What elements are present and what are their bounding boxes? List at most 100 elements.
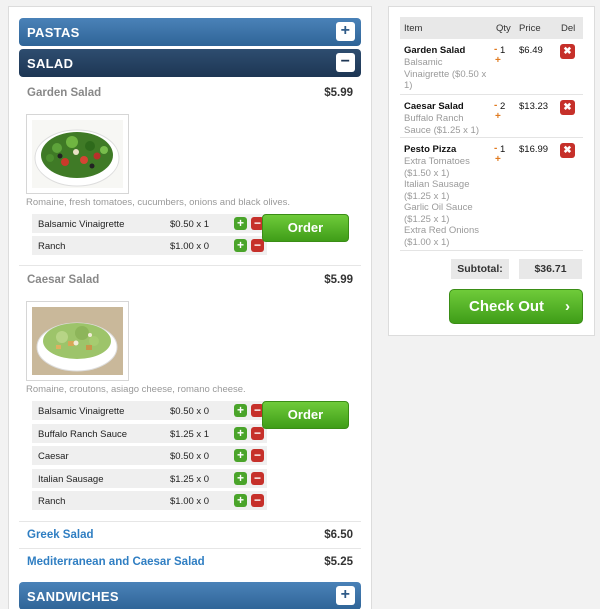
delete-icon[interactable]: ✖ <box>560 143 575 158</box>
qty-increase-button[interactable]: + <box>495 55 501 66</box>
qty-decrease-button[interactable]: - <box>494 44 497 55</box>
chevron-right-icon: › <box>565 298 570 315</box>
option-name: Buffalo Ranch Sauce <box>38 429 128 440</box>
cart-item-detail: ($1.25 x 1) <box>404 213 450 225</box>
subtotal-label: Subtotal: <box>451 259 509 279</box>
cart-header-price: Price <box>519 23 541 34</box>
subtotal-value: $36.71 <box>519 259 582 279</box>
cart-item-name: Pesto Pizza <box>404 144 457 155</box>
option-row: Ranch $1.00 x 0 + − <box>32 236 267 256</box>
option-price: $1.00 x 0 <box>170 496 210 507</box>
expand-icon[interactable]: + <box>336 586 355 605</box>
option-row: Balsamic Vinaigrette $0.50 x 1 + − <box>32 214 267 234</box>
cart-item-detail: 1) <box>404 80 413 91</box>
option-price: $0.50 x 1 <box>170 219 210 230</box>
option-name: Caesar <box>38 451 69 462</box>
menu-item-price: $5.99 <box>324 274 353 286</box>
remove-option-icon[interactable]: − <box>251 239 264 252</box>
order-button[interactable]: Order <box>262 401 349 429</box>
add-option-icon[interactable]: + <box>234 217 247 230</box>
category-sandwiches[interactable]: SANDWICHES + <box>19 582 361 609</box>
menu-item-greek-salad[interactable]: Greek Salad $6.50 <box>19 526 361 546</box>
option-row: Ranch $1.00 x 0 + − <box>32 491 267 511</box>
divider <box>19 548 361 549</box>
cart-item-detail: Extra Tomatoes <box>404 156 470 167</box>
add-option-icon[interactable]: + <box>234 239 247 252</box>
qty-increase-button[interactable]: + <box>495 154 501 165</box>
order-button[interactable]: Order <box>262 214 349 242</box>
add-option-icon[interactable]: + <box>234 472 247 485</box>
add-option-icon[interactable]: + <box>234 449 247 462</box>
menu-item-name[interactable]: Mediterranean and Caesar Salad <box>27 556 205 568</box>
qty-increase-button[interactable]: + <box>495 111 501 122</box>
add-option-icon[interactable]: + <box>234 427 247 440</box>
cart-header-row: Item Qty Price Del <box>400 17 583 39</box>
menu-item-caesar-salad[interactable]: Caesar Salad $5.99 <box>19 271 361 291</box>
cart-item-price: $13.23 <box>519 101 549 112</box>
option-row: Italian Sausage $1.25 x 0 + − <box>32 469 267 489</box>
cart-item-detail: Garlic Oil Sauce <box>404 202 473 213</box>
cart-header-qty: Qty <box>496 23 511 34</box>
option-name: Balsamic Vinaigrette <box>38 406 125 417</box>
cart-item-detail: ($1.25 x 1) <box>404 190 450 202</box>
option-price: $0.50 x 0 <box>170 406 210 417</box>
cart-header-item: Item <box>404 23 423 34</box>
option-price: $1.25 x 1 <box>170 429 210 440</box>
delete-icon[interactable]: ✖ <box>560 44 575 59</box>
menu-item-price: $6.50 <box>324 529 353 541</box>
option-name: Balsamic Vinaigrette <box>38 219 125 230</box>
category-pastas[interactable]: PASTAS + <box>19 18 361 46</box>
menu-item-name[interactable]: Greek Salad <box>27 529 93 541</box>
cart-item-detail: ($1.00 x 1) <box>404 236 450 248</box>
option-name: Ranch <box>38 241 66 252</box>
item-description: Romaine, fresh tomatoes, cucumbers, onio… <box>26 197 291 208</box>
cart-item-detail: Italian Sausage <box>404 179 470 190</box>
category-pastas-label: PASTAS <box>27 25 80 40</box>
add-option-icon[interactable]: + <box>234 404 247 417</box>
salad-bowl-icon <box>32 307 123 375</box>
checkout-label: Check Out <box>469 298 545 315</box>
option-row: Buffalo Ranch Sauce $1.25 x 1 + − <box>32 424 267 444</box>
cart-item-price: $6.49 <box>519 45 543 56</box>
option-price: $0.50 x 0 <box>170 451 210 462</box>
divider <box>19 265 361 266</box>
menu-item-mediterranean-caesar-salad[interactable]: Mediterranean and Caesar Salad $5.25 <box>19 553 361 573</box>
item-description: Romaine, croutons, asiago cheese, romano… <box>26 384 246 395</box>
qty-decrease-button[interactable]: - <box>494 143 497 154</box>
option-price: $1.00 x 0 <box>170 241 210 252</box>
remove-option-icon[interactable]: − <box>251 427 264 440</box>
cart-item-detail: Buffalo Ranch <box>404 113 464 124</box>
remove-option-icon[interactable]: − <box>251 494 264 507</box>
caesar-salad-image <box>26 301 129 381</box>
delete-icon[interactable]: ✖ <box>560 100 575 115</box>
cart-panel: Item Qty Price Del Garden Salad Balsamic… <box>388 6 595 336</box>
cart-item-name: Garden Salad <box>404 45 466 56</box>
checkout-button[interactable]: Check Out › <box>449 289 583 324</box>
divider <box>19 521 361 522</box>
option-row: Balsamic Vinaigrette $0.50 x 0 + − <box>32 401 267 421</box>
cart-row: Garden Salad Balsamic Vinaigrette ($0.50… <box>400 39 583 95</box>
cart-header-del: Del <box>561 23 576 34</box>
add-option-icon[interactable]: + <box>234 494 247 507</box>
option-price: $1.25 x 0 <box>170 474 210 485</box>
category-salad[interactable]: SALAD − <box>19 49 361 77</box>
menu-panel: PASTAS + SALAD − Garden Salad $5.99 Roma… <box>8 6 372 609</box>
salad-bowl-icon <box>32 120 123 188</box>
cart-item-detail: Sauce ($1.25 x 1) <box>404 124 479 136</box>
remove-option-icon[interactable]: − <box>251 449 264 462</box>
menu-item-name[interactable]: Garden Salad <box>27 87 101 99</box>
qty-decrease-button[interactable]: - <box>494 100 497 111</box>
menu-item-garden-salad[interactable]: Garden Salad $5.99 <box>19 84 361 104</box>
option-name: Italian Sausage <box>38 474 104 485</box>
cart-item-detail: Balsamic <box>404 57 443 68</box>
cart-item-detail: ($1.50 x 1) <box>404 167 450 179</box>
menu-item-name[interactable]: Caesar Salad <box>27 274 99 286</box>
remove-option-icon[interactable]: − <box>251 472 264 485</box>
expand-icon[interactable]: + <box>336 22 355 41</box>
cart-item-name: Caesar Salad <box>404 101 464 112</box>
menu-item-price: $5.25 <box>324 556 353 568</box>
cart-item-price: $16.99 <box>519 144 549 155</box>
cart-item-detail: Extra Red Onions <box>404 225 479 236</box>
cart-table: Item Qty Price Del Garden Salad Balsamic… <box>400 17 583 251</box>
collapse-icon[interactable]: − <box>336 53 355 72</box>
